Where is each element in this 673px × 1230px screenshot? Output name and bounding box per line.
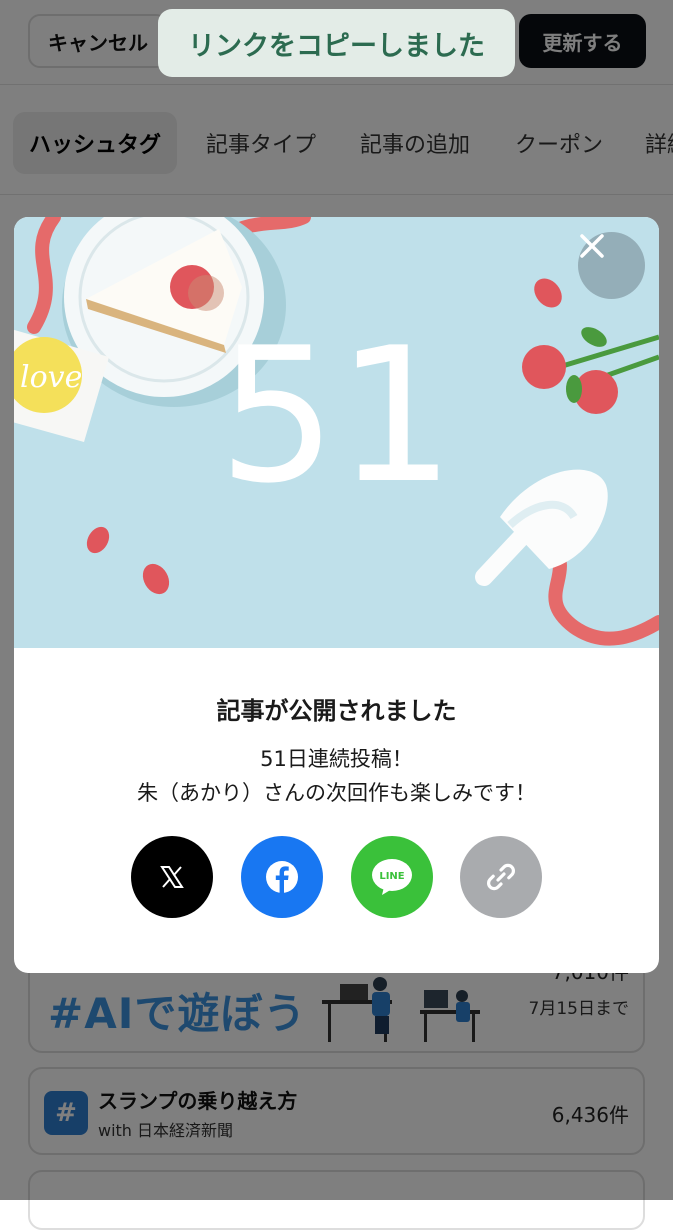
streak-message: 51日連続投稿！	[260, 747, 413, 771]
toast-message: リンクをコピーしました	[158, 9, 515, 77]
link-icon	[487, 863, 515, 891]
facebook-logo-icon	[266, 861, 298, 893]
close-button[interactable]	[578, 232, 645, 299]
celebration-image: love 51	[14, 217, 659, 648]
share-facebook-button[interactable]	[241, 836, 323, 918]
x-logo-icon	[160, 866, 184, 888]
close-icon	[580, 234, 604, 258]
share-line-button[interactable]: LINE	[351, 836, 433, 918]
line-logo-text: LINE	[379, 871, 404, 882]
publish-modal: love 51 記事が公開されました 51日連続投稿！ 朱（あかり）さんの次回作…	[14, 217, 659, 973]
share-x-button[interactable]	[131, 836, 213, 918]
encouragement-message: 朱（あかり）さんの次回作も楽しみです！	[137, 781, 536, 805]
line-logo-icon: LINE	[372, 859, 412, 895]
copy-link-button[interactable]	[460, 836, 542, 918]
streak-number: 51	[218, 307, 455, 524]
publish-title: 記事が公開されました	[216, 697, 457, 725]
